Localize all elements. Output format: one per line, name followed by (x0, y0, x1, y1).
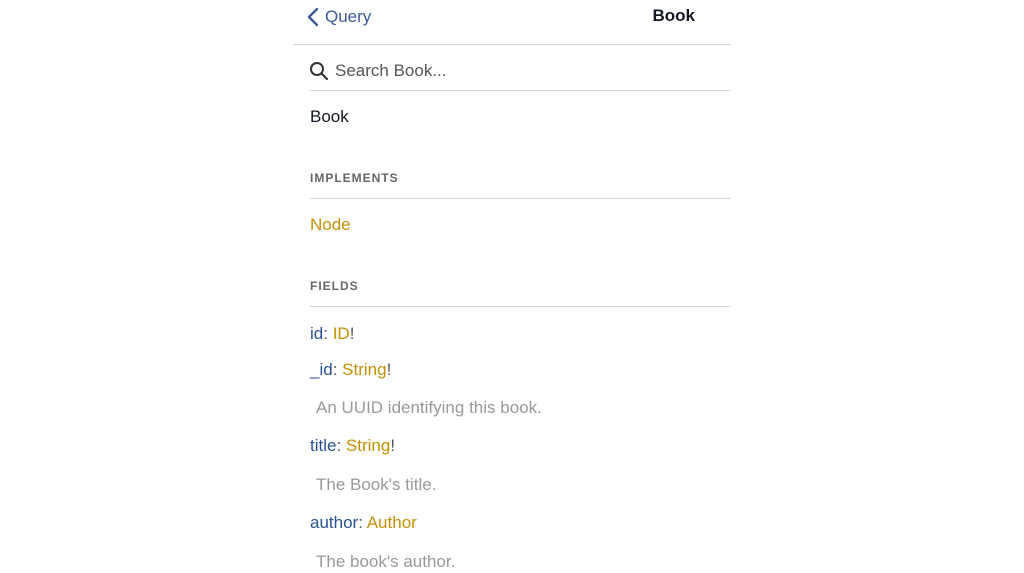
back-button[interactable]: Query (307, 6, 371, 28)
non-null-marker: ! (390, 436, 396, 455)
field-colon: : (323, 324, 333, 343)
field-type-link[interactable]: String (346, 436, 390, 455)
field-row: _id: String! (310, 360, 391, 380)
implements-section-title: IMPLEMENTS (310, 171, 399, 185)
field-row: title: String! (310, 436, 395, 456)
page-title: Book (652, 6, 696, 25)
field-name-link[interactable]: author (310, 513, 358, 532)
fields-divider (310, 306, 731, 307)
doc-explorer-panel: Query Book Book IMPLEMENTS Node FIELDS i… (293, 0, 731, 573)
field-colon: : (332, 360, 343, 379)
field-type-link[interactable]: ID (333, 324, 350, 343)
field-row: id: ID! (310, 324, 354, 344)
field-description: An UUID identifying this book. (316, 398, 542, 417)
field-type-link[interactable]: Author (367, 513, 417, 532)
implements-item-node[interactable]: Node (310, 215, 351, 235)
non-null-marker: ! (349, 324, 355, 343)
search-icon (310, 62, 329, 81)
fields-section-title: FIELDS (310, 279, 359, 293)
non-null-marker: ! (386, 360, 392, 379)
field-type-link[interactable]: String (342, 360, 386, 379)
field-name-link[interactable]: title (310, 436, 336, 455)
search-input[interactable] (335, 61, 715, 81)
search-bar (309, 52, 731, 91)
field-row: author: Author (310, 513, 417, 533)
field-name-link[interactable]: id (310, 324, 323, 343)
type-name: Book (310, 107, 349, 126)
doc-explorer-header: Query Book (293, 0, 731, 45)
field-description: The Book's title. (316, 475, 437, 494)
implements-divider (310, 198, 731, 199)
back-button-label[interactable]: Query (325, 7, 371, 27)
field-colon: : (358, 513, 367, 532)
field-name-link[interactable]: _id (310, 360, 333, 379)
chevron-left-icon (307, 7, 319, 27)
field-colon: : (336, 436, 346, 455)
field-description: The book's author. (316, 552, 456, 571)
